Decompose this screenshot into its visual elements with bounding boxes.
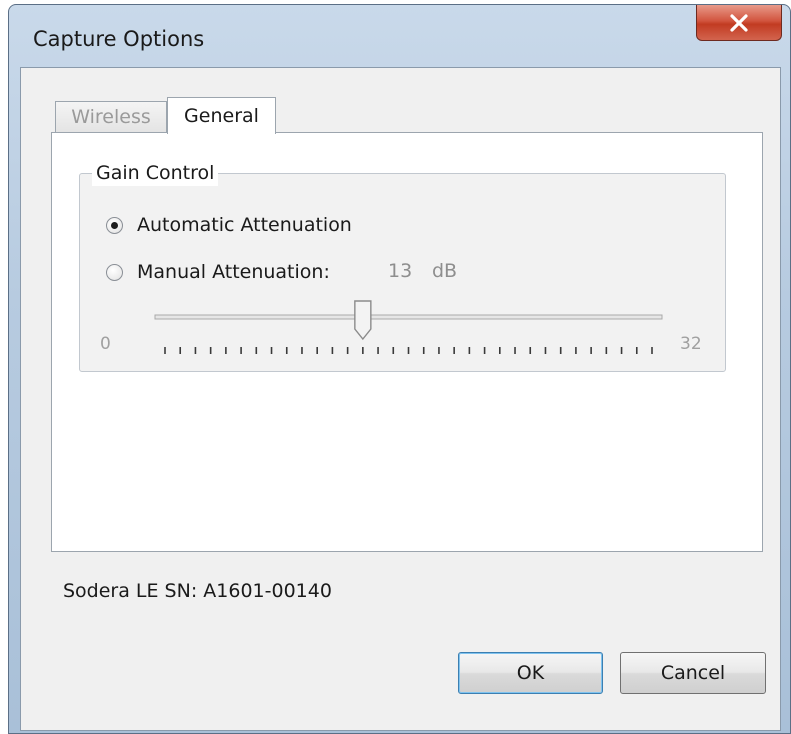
attenuation-slider[interactable] (140, 299, 670, 369)
dialog-client-area: Wireless General Gain Control Automatic … (20, 67, 781, 731)
tab-wireless[interactable]: Wireless (55, 101, 167, 132)
general-tab-panel: Gain Control Automatic Attenuation Manua… (51, 132, 763, 552)
close-x-icon (730, 13, 748, 32)
slider-thumb (354, 300, 372, 341)
gain-control-title: Gain Control (92, 160, 219, 186)
gain-control-group: Gain Control Automatic Attenuation Manua… (79, 160, 726, 372)
attenuation-value: 13 (388, 260, 413, 282)
serial-number: Sodera LE SN: A1601-00140 (63, 580, 332, 602)
radio-button-unselected[interactable] (106, 263, 123, 281)
automatic-attenuation-radio[interactable]: Automatic Attenuation (106, 214, 352, 236)
radio-dot (111, 221, 118, 229)
ok-button[interactable]: OK (458, 652, 603, 694)
title-bar[interactable]: Capture Options (9, 5, 790, 65)
cancel-button[interactable]: Cancel (620, 652, 766, 694)
manual-attenuation-label: Manual Attenuation: (137, 261, 330, 283)
close-button[interactable] (696, 5, 782, 41)
automatic-attenuation-label: Automatic Attenuation (137, 214, 352, 236)
window-title: Capture Options (33, 27, 205, 51)
radio-button-selected[interactable] (106, 216, 123, 234)
attenuation-unit: dB (432, 260, 458, 282)
slider-min-label: 0 (100, 334, 111, 354)
slider-track (154, 314, 663, 320)
slider-max-label: 32 (680, 334, 702, 354)
manual-attenuation-radio[interactable]: Manual Attenuation: (106, 261, 330, 283)
dialog-window: Capture Options Wireless General Gain Co… (8, 4, 791, 734)
tab-general[interactable]: General (167, 97, 276, 134)
